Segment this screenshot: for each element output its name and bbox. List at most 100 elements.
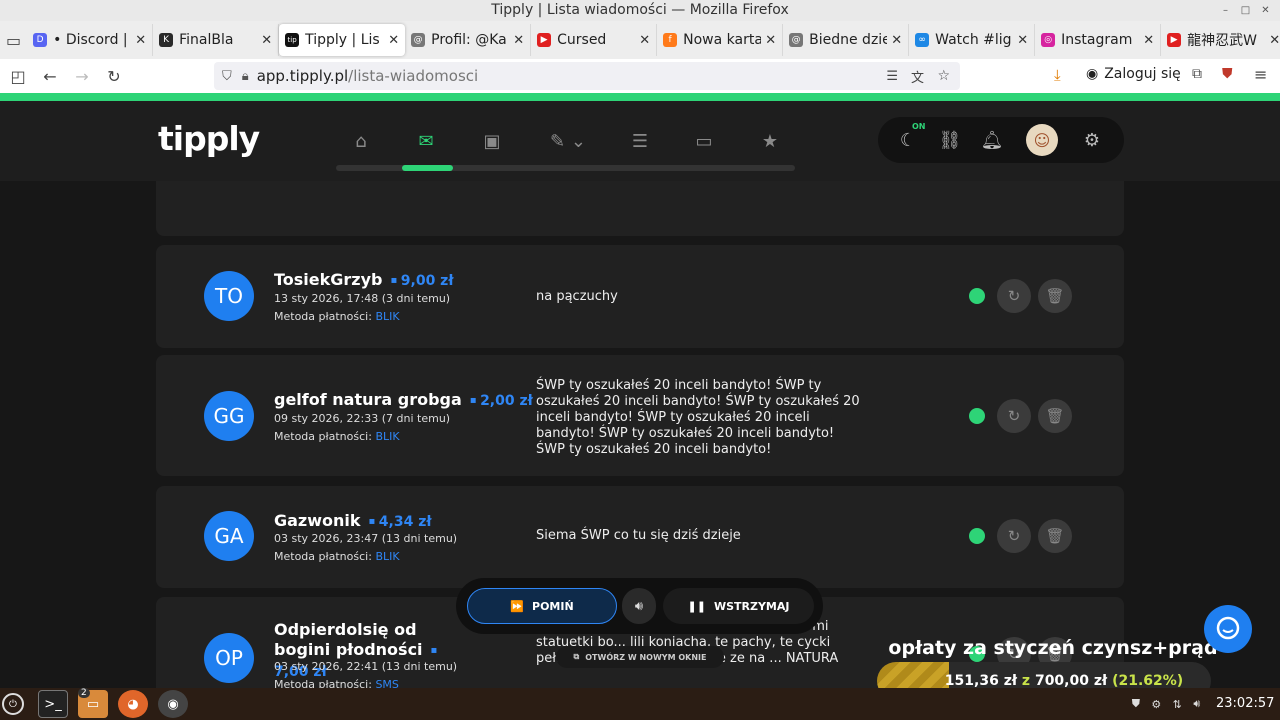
delete-button[interactable]: 🗑︎ [1038,279,1072,313]
chat-bubble-icon [1216,616,1240,640]
delete-button[interactable]: 🗑︎ [1038,399,1072,433]
wallet-icon[interactable]: ▣ [478,127,506,155]
open-new-window-button[interactable]: ⧉ OTWÓRZ W NOWYM OKNIE [556,646,724,668]
close-tab-icon[interactable]: ✕ [513,33,524,48]
url-host: app.tipply.pl [256,67,349,85]
tab-bar: ▭ D • Discord | ✕ K FinalBla ✕ tip Tipply | Lis… [0,21,1280,59]
os-taskbar: ⏻ >_ ▭ 2 ◕ ◉ ⛊ ⚙ ⇅ 🔊︎ 23:02:57 [0,688,1280,720]
sidebar-toggle-icon[interactable]: ◰ [4,62,32,90]
reader-view-icon[interactable]: ☰ [886,69,898,84]
replay-icon: ↻ [1007,407,1021,425]
maximize-icon[interactable]: □ [1238,3,1253,18]
status-online-dot [969,408,985,424]
tab-label: Cursed [557,32,607,48]
close-tab-icon[interactable]: ✕ [261,33,272,48]
close-tab-icon[interactable]: ✕ [639,33,650,48]
close-tab-icon[interactable]: ✕ [891,33,902,48]
donor-avatar: OP [204,633,254,683]
forward-button[interactable]: → [68,62,96,90]
payment-method-label: Metoda płatności: [274,678,372,688]
obs-icon[interactable]: ◉ [158,690,188,718]
volume-button[interactable]: 🔊︎ [622,588,656,624]
browser-tab[interactable]: ◎ Instagram ✕ [1035,24,1162,56]
trash-icon: 🗑︎ [1045,287,1065,305]
browser-tab[interactable]: f Nowa karta ✕ [657,24,784,56]
message-card: GA Gazwonik 4,34 zł 03 sty 2026, 23:47 (1… [156,486,1124,588]
close-tab-icon[interactable]: ✕ [1269,33,1280,48]
tracking-shield-icon[interactable]: ⛉ [222,69,232,84]
tipply-logo[interactable]: tipply [158,119,260,158]
tab-favicon-icon: f [663,33,678,47]
navigation-bar: ◰ ← → ↻ ⛉ 🔒︎ app.tipply.pl/lista-wiadomo… [0,59,1280,93]
tab-list-icon[interactable]: ▭ [6,26,21,54]
close-tab-icon[interactable]: ✕ [388,33,399,48]
tray-volume-icon[interactable]: 🔊︎ [1193,697,1200,711]
downloads-icon[interactable]: ⤓ [1054,66,1061,84]
media-player-controls: ⏩ POMIŃ 🔊︎ ❚❚ WSTRZYMAJ [456,578,823,634]
browser-tab[interactable]: ∞ Watch #lig ✕ [909,24,1036,56]
file-manager-icon[interactable]: ▭ 2 [78,688,108,718]
link-icon[interactable]: ⛓ [936,126,964,154]
window-icon[interactable]: ▭ [690,127,718,155]
login-label: Zaloguj się [1104,66,1181,82]
tray-steam-icon[interactable]: ⚙ [1151,698,1161,711]
replay-button[interactable]: ↻ [997,519,1031,553]
messages-icon[interactable]: ✉ [412,127,440,155]
payment-method: Metoda płatności: BLIK [274,430,400,443]
chat-support-button[interactable] [1204,605,1252,653]
delete-button[interactable]: 🗑︎ [1038,519,1072,553]
minimize-icon[interactable]: – [1218,3,1233,18]
firefox-icon[interactable]: ◕ [118,690,148,718]
payment-method: Metoda płatności: SMS [274,678,399,688]
home-icon[interactable]: ⌂ [347,127,375,155]
terminal-icon[interactable]: >_ [38,690,68,718]
browser-tab[interactable]: ▶ Cursed ✕ [531,24,658,56]
reload-button[interactable]: ↻ [100,62,128,90]
close-tab-icon[interactable]: ✕ [765,33,776,48]
user-avatar[interactable]: ☺ [1026,124,1058,156]
skip-label: POMIŃ [532,599,574,613]
url-bar[interactable]: ⛉ 🔒︎ app.tipply.pl/lista-wiadomosci ☰ 文 … [214,62,960,90]
tab-label: • Discord | [53,32,128,48]
account-button[interactable]: ◉ Zaloguj się [1086,66,1181,82]
external-link-icon: ⧉ [573,652,580,661]
close-tab-icon[interactable]: ✕ [1017,33,1028,48]
ublock-icon[interactable]: ⛊ [1222,66,1233,82]
tray-shield-icon[interactable]: ⛊ [1132,697,1140,711]
replay-button[interactable]: ↻ [997,279,1031,313]
lock-icon[interactable]: 🔒︎ [242,69,249,84]
dark-mode-toggle[interactable]: ☾ ON [894,122,926,154]
start-menu-icon[interactable]: ⏻ [2,693,24,715]
widgets-icon[interactable]: ☰ [626,127,654,155]
menu-icon[interactable]: ≡ [1254,65,1267,84]
settings-gear-icon[interactable]: ⚙ [1078,126,1106,154]
bookmark-star-icon[interactable]: ☆ [937,68,950,84]
close-tab-icon[interactable]: ✕ [1143,33,1154,48]
extensions-icon[interactable]: ⧉ [1192,66,1202,82]
tab-favicon-icon: K [159,33,174,47]
back-button[interactable]: ← [36,62,64,90]
pause-button[interactable]: ❚❚ WSTRZYMAJ [663,588,814,624]
skip-button[interactable]: ⏩ POMIŃ [467,588,617,624]
close-window-icon[interactable]: ✕ [1258,3,1273,18]
tab-favicon-icon: D [33,33,48,47]
browser-tab[interactable]: ▶ 龍神忍武W ✕ [1161,24,1280,56]
browser-tab[interactable]: D • Discord | ✕ [27,24,154,56]
payment-method-value: SMS [375,678,399,688]
browser-tab[interactable]: tip Tipply | Lis ✕ [279,24,406,56]
star-icon[interactable]: ★ [756,127,784,155]
bell-icon[interactable]: 🔔︎ [978,126,1006,154]
replay-button[interactable]: ↻ [997,399,1031,433]
close-tab-icon[interactable]: ✕ [135,33,146,48]
clock[interactable]: 23:02:57 [1216,688,1274,720]
tray-network-icon[interactable]: ⇅ [1173,698,1182,711]
tab-label: Instagram [1061,32,1133,48]
browser-tab[interactable]: @ Profil: @Ka ✕ [405,24,532,56]
translate-icon[interactable]: 文 [911,67,924,86]
message-text: ŚWP ty oszukałeś 20 inceli bandyto! ŚWP … [536,378,860,457]
edit-dropdown-icon[interactable]: ✎ ⌄ [544,127,592,155]
message-card: TO TosiekGrzyb 9,00 zł 13 sty 2026, 17:48… [156,245,1124,348]
browser-tab[interactable]: @ Biedne dzie ✕ [783,24,910,56]
browser-tab[interactable]: K FinalBla ✕ [153,24,280,56]
payment-method-label: Metoda płatności: [274,310,372,323]
